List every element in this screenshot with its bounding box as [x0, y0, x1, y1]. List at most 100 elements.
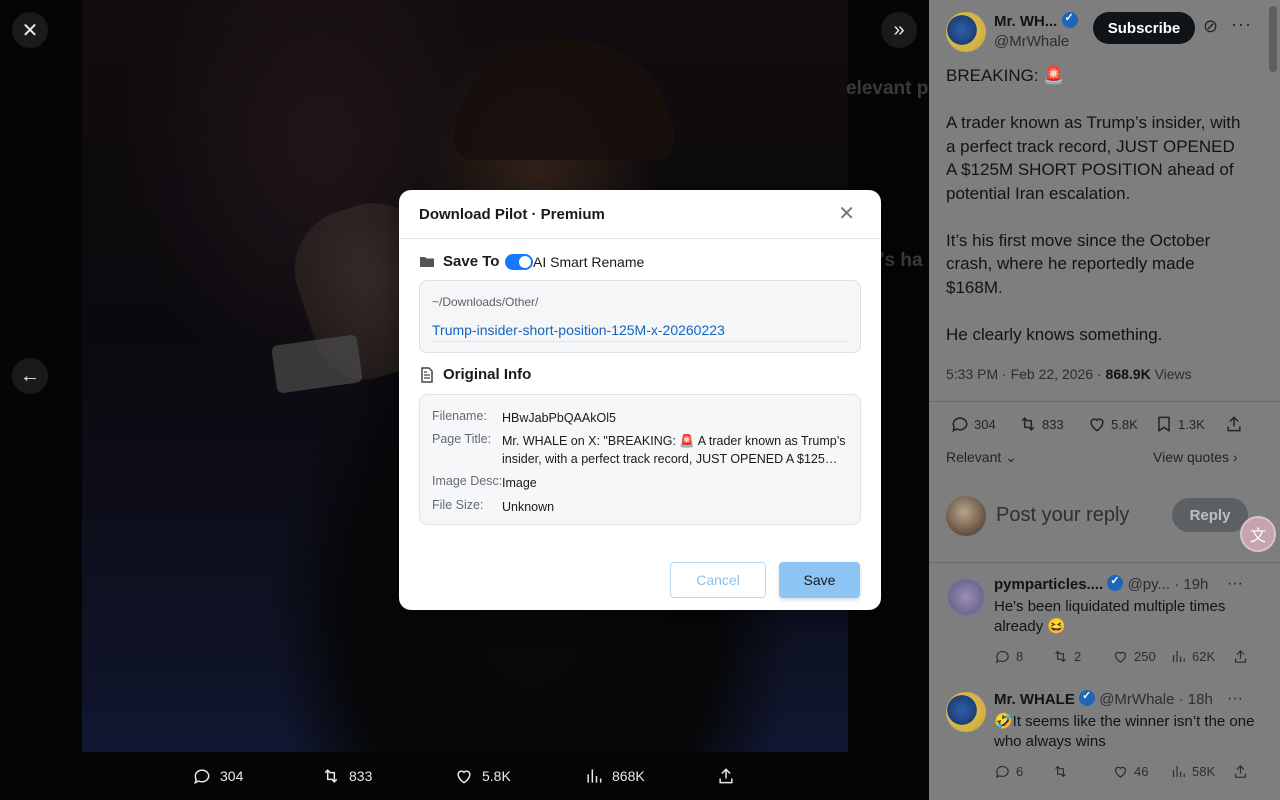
- info-key: File Size:: [432, 498, 484, 512]
- reply-button[interactable]: 304: [950, 414, 996, 434]
- reply-input[interactable]: Post your reply: [996, 504, 1129, 527]
- reply-like-count: 250: [1134, 649, 1156, 664]
- more-options-icon[interactable]: ···: [1231, 14, 1252, 35]
- viewer-views-button[interactable]: 868K: [584, 752, 645, 800]
- reply-avatar[interactable]: [946, 692, 986, 732]
- like-count: 5.8K: [1111, 416, 1138, 432]
- reply-like-button[interactable]: 250: [1112, 648, 1156, 665]
- tweet-meta: 5:33 PM · Feb 22, 2026 · 868.9K Views: [946, 366, 1192, 382]
- reply-share-button[interactable]: [1232, 763, 1249, 780]
- bookmark-count: 1.3K: [1178, 416, 1205, 432]
- retweet-button[interactable]: 833: [1018, 414, 1064, 434]
- reply-like-button[interactable]: 46: [1112, 763, 1148, 780]
- reply-item[interactable]: Mr. WHALE @MrWhale · 18h ··· 🤣It seems l…: [946, 689, 1266, 790]
- dialog-header: Download Pilot · Premium ✕: [399, 190, 881, 239]
- reply-views-count: 58K: [1192, 764, 1216, 779]
- view-quotes-link[interactable]: View quotes ›: [1153, 449, 1238, 465]
- share-icon: [1234, 649, 1247, 663]
- verified-badge-icon: [1107, 574, 1124, 591]
- close-icon: ✕: [21, 19, 39, 42]
- retweet-icon: [324, 769, 338, 783]
- save-to-section-title: Save To: [419, 253, 499, 270]
- close-viewer-button[interactable]: ✕: [12, 12, 48, 48]
- info-key: Image Desc:: [432, 474, 503, 488]
- viewer-reply-count: 304: [220, 768, 244, 784]
- smart-rename-toggle[interactable]: [505, 254, 533, 270]
- close-icon: ✕: [838, 203, 855, 225]
- double-chevron-right-icon: »: [893, 18, 905, 41]
- reply-views-count: 62K: [1192, 649, 1216, 664]
- cancel-button[interactable]: Cancel: [670, 562, 766, 598]
- views-icon: [1172, 650, 1185, 663]
- share-button[interactable]: [1224, 414, 1244, 434]
- folder-icon: [420, 256, 434, 267]
- reply-author-handle[interactable]: @MrWhale: [1099, 691, 1174, 708]
- author-avatar[interactable]: [946, 12, 986, 52]
- expand-panel-button[interactable]: »: [881, 12, 917, 48]
- document-icon: [421, 366, 433, 383]
- views-icon: [587, 769, 602, 783]
- tweet-panel: Mr. WH... @MrWhale Subscribe ⊘ ··· BREAK…: [929, 0, 1280, 800]
- viewer-retweet-count: 833: [349, 768, 373, 784]
- reply-time[interactable]: · 19h: [1174, 576, 1208, 593]
- reply-submit-button[interactable]: Reply: [1172, 498, 1248, 532]
- verified-badge-icon: [1079, 689, 1096, 706]
- reply-actions: 6 46 58K: [994, 763, 1250, 783]
- viewer-share-button[interactable]: [716, 752, 736, 800]
- reply-views-button[interactable]: 62K: [1170, 648, 1215, 665]
- grok-icon[interactable]: ⊘: [1203, 16, 1218, 37]
- tweet-timestamp[interactable]: 5:33 PM · Feb 22, 2026 ·: [946, 366, 1106, 382]
- reply-author-name[interactable]: pymparticles....: [994, 576, 1103, 593]
- reply-avatar[interactable]: [946, 577, 986, 617]
- reply-item[interactable]: pymparticles.... @py... · 19h ··· He's b…: [946, 574, 1266, 675]
- filename-input[interactable]: [432, 318, 850, 342]
- reply-more-icon[interactable]: ···: [1227, 690, 1243, 708]
- info-value: Unknown: [502, 500, 555, 514]
- info-value: HBwJabPbQAAkOl5: [502, 411, 616, 425]
- save-to-label: Save To: [443, 253, 500, 270]
- my-avatar[interactable]: [946, 496, 986, 536]
- bookmark-button[interactable]: 1.3K: [1154, 414, 1205, 434]
- reply-text: He's been liquidated multiple times alre…: [994, 598, 1226, 635]
- view-quotes-label: View quotes: [1153, 449, 1230, 465]
- tweet-views-label: Views: [1150, 366, 1192, 382]
- original-info-section-title: Original Info: [419, 366, 531, 383]
- panel-scrollbar[interactable]: [1269, 6, 1277, 72]
- smart-rename-label: AI Smart Rename: [533, 254, 645, 270]
- author-handle[interactable]: @MrWhale: [994, 33, 1069, 50]
- reply-reply-button[interactable]: 8: [994, 648, 1023, 665]
- reply-author-name[interactable]: Mr. WHALE: [994, 691, 1075, 708]
- viewer-retweet-button[interactable]: 833: [321, 752, 372, 800]
- reply-author-handle[interactable]: @py...: [1128, 576, 1170, 593]
- reply-retweet-button[interactable]: [1052, 763, 1074, 780]
- tweet-action-row: 304 833 5.8K 1.3K: [946, 414, 1246, 440]
- info-value: Mr. WHALE on X: "BREAKING: 🚨 A trader kn…: [502, 434, 846, 466]
- save-button[interactable]: Save: [779, 562, 860, 598]
- chevron-right-icon: ›: [1232, 449, 1238, 465]
- like-icon: [1114, 766, 1127, 778]
- author-name: Mr. WH...: [994, 13, 1058, 30]
- translate-extension-button[interactable]: 文: [1240, 516, 1276, 552]
- sort-dropdown[interactable]: Relevant ⌄: [946, 449, 1017, 466]
- author-name-row[interactable]: Mr. WH...: [994, 11, 1078, 30]
- reply-time[interactable]: · 18h: [1179, 691, 1213, 708]
- reply-share-button[interactable]: [1232, 648, 1249, 665]
- reply-like-count: 46: [1134, 764, 1149, 779]
- like-icon: [1090, 418, 1104, 432]
- viewer-reply-button[interactable]: 304: [192, 752, 243, 800]
- reply-reply-button[interactable]: 6: [994, 763, 1023, 780]
- reply-views-button[interactable]: 58K: [1170, 763, 1215, 780]
- save-path-box: ~/Downloads/Other/: [419, 280, 861, 353]
- reply-more-icon[interactable]: ···: [1227, 575, 1243, 593]
- retweet-icon: [1021, 417, 1035, 431]
- like-icon: [457, 770, 471, 784]
- viewer-like-button[interactable]: 5.8K: [454, 752, 511, 800]
- reply-retweet-button[interactable]: 2: [1052, 648, 1081, 665]
- save-directory[interactable]: ~/Downloads/Other/: [432, 295, 538, 309]
- previous-image-button[interactable]: ←: [12, 358, 48, 394]
- reply-icon: [952, 417, 968, 433]
- subscribe-button[interactable]: Subscribe: [1093, 12, 1195, 44]
- like-button[interactable]: 5.8K: [1087, 414, 1138, 434]
- dialog-close-button[interactable]: ✕: [838, 204, 855, 224]
- sort-label: Relevant: [946, 449, 1002, 465]
